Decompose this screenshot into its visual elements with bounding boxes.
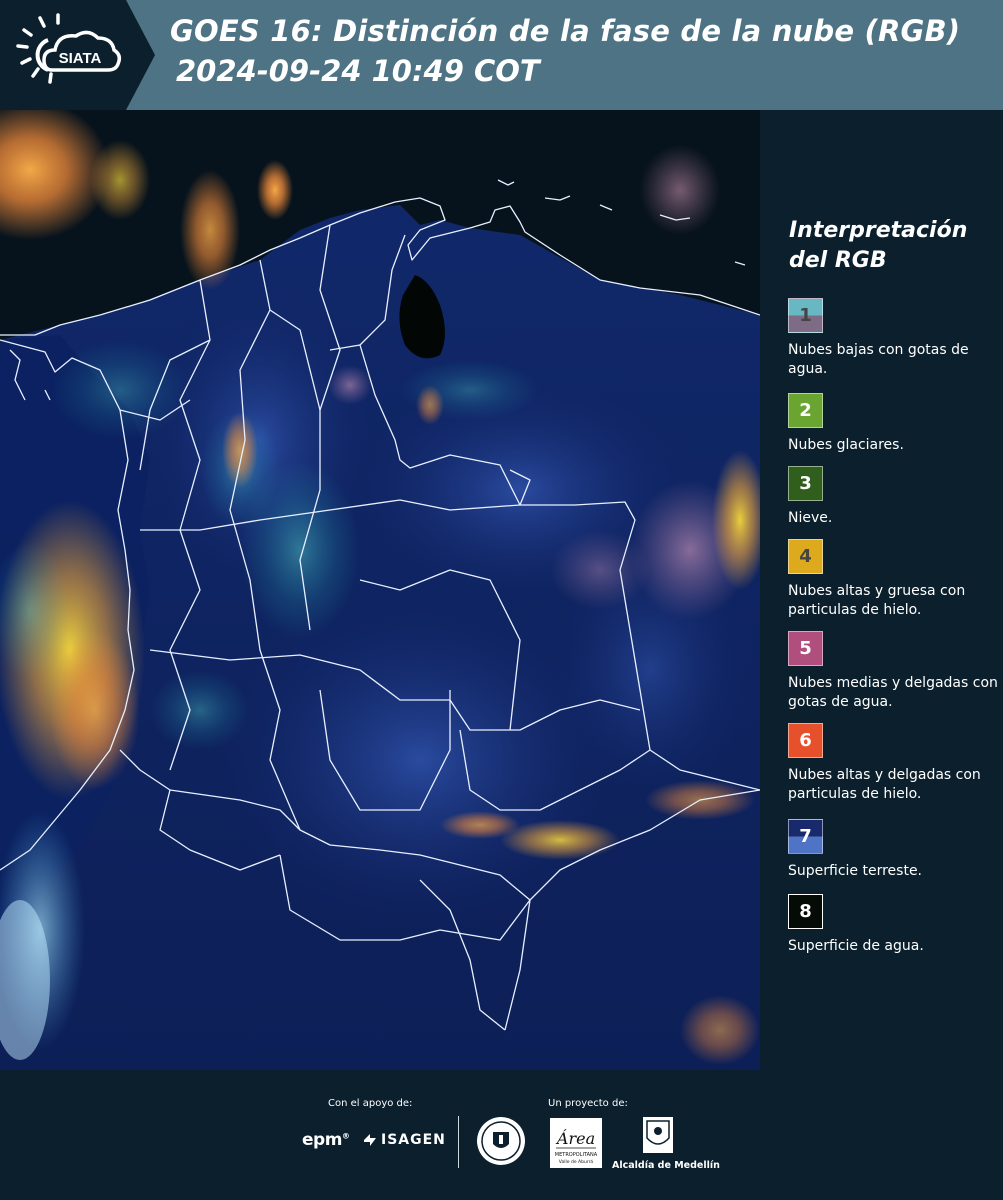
project-label: Un proyecto de:: [548, 1098, 628, 1109]
legend-swatch-1: 1: [788, 298, 823, 333]
legend-num-2: 2: [799, 400, 812, 421]
legend-swatch-8: 8: [788, 894, 823, 929]
alcaldia-text: Alcaldía de Medellín: [612, 1160, 720, 1171]
area-metropolitana-mark: Área METROPOLITANA Valle de Aburrá: [550, 1118, 602, 1168]
legend-item-6: 6 Nubes altas y delgadas con particulas …: [788, 723, 1000, 804]
legend-label-1: Nubes bajas con gotas de agua.: [788, 342, 969, 377]
legend-item-4: 4 Nubes altas y gruesa con particulas de…: [788, 539, 1000, 620]
isagen-logo: ISAGEN: [362, 1132, 446, 1148]
legend-num-7: 7: [799, 826, 812, 847]
legend-num-8: 8: [799, 901, 812, 922]
legend-label-7: Superficie terreste.: [788, 863, 923, 879]
legend-num-1: 1: [799, 305, 812, 326]
footer-divider: [458, 1116, 459, 1168]
support-label: Con el apoyo de:: [328, 1098, 413, 1109]
page-title: GOES 16: Distinción de la fase de la nub…: [170, 14, 961, 48]
isagen-mark-icon: [364, 1134, 376, 1146]
siata-logo: SIATA: [0, 0, 155, 110]
area-logo-sub1: METROPOLITANA: [555, 1152, 598, 1158]
legend-title-line2: del RGB: [789, 248, 887, 273]
legend-item-2: 2 Nubes glaciares.: [788, 393, 1000, 455]
footer: Con el apoyo de: Un proyecto de: epm® IS…: [0, 1070, 1003, 1200]
legend-item-1: 1 Nubes bajas con gotas de agua.: [788, 298, 1000, 379]
isagen-logo-text: ISAGEN: [381, 1132, 446, 1148]
alcaldia-shield-icon: [643, 1117, 673, 1153]
legend-title: Interpretación del RGB: [789, 216, 989, 276]
legend-num-4: 4: [799, 546, 812, 567]
legend-num-5: 5: [799, 638, 812, 659]
area-logo-text: Área: [555, 1128, 595, 1148]
legend-label-4: Nubes altas y gruesa con particulas de h…: [788, 583, 966, 618]
epm-logo-text: epm: [302, 1130, 342, 1150]
medellin-seal-icon: [477, 1117, 525, 1165]
legend-num-3: 3: [799, 473, 812, 494]
legend-label-8: Superficie de agua.: [788, 938, 924, 954]
legend-swatch-5: 5: [788, 631, 823, 666]
legend-label-3: Nieve.: [788, 510, 833, 526]
legend-item-3: 3 Nieve.: [788, 466, 1000, 528]
legend-label-5: Nubes medias y delgadas con gotas de agu…: [788, 675, 998, 710]
legend-label-6: Nubes altas y delgadas con particulas de…: [788, 767, 981, 802]
timestamp: 2024-09-24 10:49 COT: [176, 54, 540, 88]
legend-swatch-2: 2: [788, 393, 823, 428]
alcaldia-medellin-logo: Alcaldía de Medellín: [612, 1116, 720, 1172]
legend-swatch-6: 6: [788, 723, 823, 758]
legend-item-8: 8 Superficie de agua.: [788, 894, 1000, 956]
legend-label-2: Nubes glaciares.: [788, 437, 904, 453]
header-bar: SIATA GOES 16: Distinción de la fase de …: [0, 0, 1003, 110]
legend-swatch-3: 3: [788, 466, 823, 501]
logo-text: SIATA: [59, 50, 102, 67]
area-logo-sub2: Valle de Aburrá: [559, 1158, 594, 1165]
epm-logo: epm®: [302, 1130, 350, 1150]
legend-title-line1: Interpretación: [789, 218, 968, 243]
legend-num-6: 6: [799, 730, 812, 751]
legend-item-5: 5 Nubes medias y delgadas con gotas de a…: [788, 631, 1000, 712]
legend-swatch-4: 4: [788, 539, 823, 574]
legend-panel: Interpretación del RGB 1 Nubes bajas con…: [760, 110, 1003, 1070]
legend-item-7: 7 Superficie terreste.: [788, 819, 1000, 881]
legend-swatch-7: 7: [788, 819, 823, 854]
area-metropolitana-logo: Área METROPOLITANA Valle de Aburrá: [550, 1118, 602, 1168]
satellite-rgb-image: [0, 110, 760, 1070]
